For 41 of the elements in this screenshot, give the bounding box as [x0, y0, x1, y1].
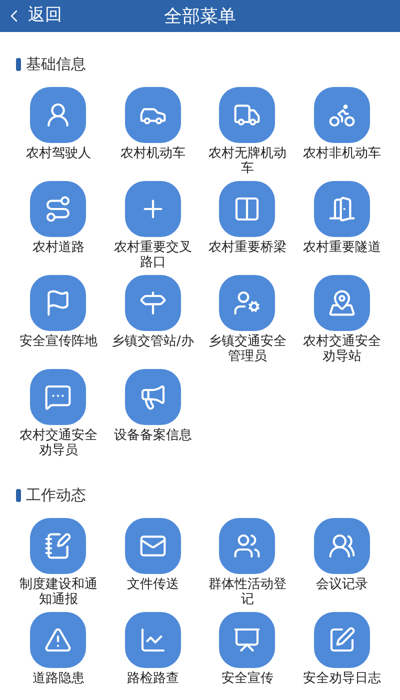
section-title: 基础信息	[26, 54, 86, 75]
menu-item[interactable]: 群体性活动登记	[200, 518, 294, 612]
section-title: 工作动态	[26, 484, 86, 506]
menu-item[interactable]: 农村交通安全劝导站	[294, 275, 389, 369]
notepad-icon	[44, 532, 72, 560]
chat-icon	[44, 383, 72, 411]
user-settings-icon	[233, 289, 262, 317]
chart-icon	[138, 626, 167, 654]
back-button[interactable]: 返回	[0, 3, 62, 29]
section-marker	[16, 58, 21, 70]
group-icon	[233, 532, 262, 560]
menu-item[interactable]: 乡镇交管站/办	[106, 275, 200, 369]
edit-icon	[328, 626, 356, 654]
menu-item[interactable]: 农村无牌机动车	[200, 87, 294, 181]
menu-item[interactable]: 乡镇交通安全管理员	[200, 275, 294, 369]
section-marker	[16, 488, 21, 502]
menu-item[interactable]: 文件传送	[106, 518, 200, 612]
menu-item[interactable]: 农村重要交叉路口	[106, 181, 200, 275]
menu-item[interactable]: 会议记录	[294, 518, 389, 612]
menu-item[interactable]: 农村重要隧道	[294, 181, 389, 275]
menu-item[interactable]: 设备备案信息	[106, 369, 200, 463]
menu-item[interactable]: 安全宣传阵地	[11, 275, 106, 369]
menu-item[interactable]: 农村道路	[11, 181, 106, 275]
menu-item[interactable]: 道路隐患	[11, 612, 106, 700]
map-pin-icon	[328, 289, 356, 317]
menu-item[interactable]: 农村驾驶人	[11, 87, 106, 181]
meeting-icon	[328, 532, 356, 560]
menu-item[interactable]: 农村重要桥梁	[200, 181, 294, 275]
menu-item[interactable]: 安全宣传	[200, 612, 294, 700]
menu-item[interactable]: 路检路查	[106, 612, 200, 700]
menu-item[interactable]: 农村非机动车	[294, 87, 389, 181]
menu-item[interactable]: 制度建设和通知通报	[11, 518, 106, 612]
menu-item[interactable]: 安全劝导日志	[294, 612, 389, 700]
signpost-icon	[138, 289, 167, 317]
page-title: 全部菜单	[164, 4, 236, 28]
warning-icon	[44, 626, 72, 654]
megaphone-icon	[138, 383, 167, 411]
menu-item[interactable]: 农村交通安全劝导员	[11, 369, 106, 463]
road-icon	[44, 195, 72, 223]
menu-item[interactable]: 农村机动车	[106, 87, 200, 181]
presentation-icon	[233, 626, 262, 654]
